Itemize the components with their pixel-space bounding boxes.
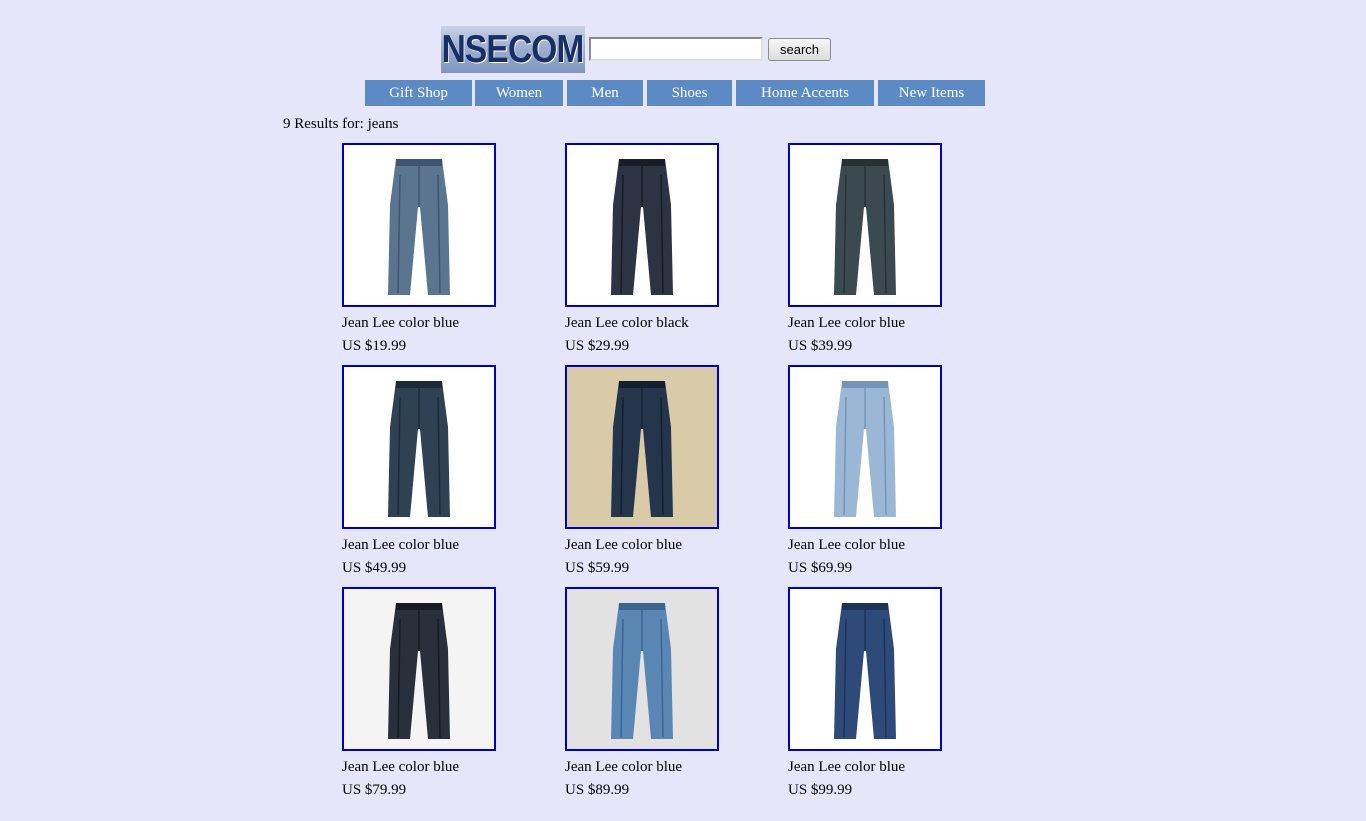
nav-new-items[interactable]: New Items [878,80,985,106]
nav-gift-shop[interactable]: Gift Shop [365,80,472,106]
product-image[interactable] [565,365,719,529]
black-jeans-icon [567,145,717,305]
product-name[interactable]: Jean Lee color blue [788,536,988,554]
product-card: Jean Lee color blue US $99.99 [788,587,988,799]
product-price: US $39.99 [788,338,853,354]
product-card: Jean Lee color blue US $59.99 [565,365,765,577]
product-price: US $89.99 [565,782,630,798]
product-name[interactable]: Jean Lee color blue [788,758,988,776]
product-image[interactable] [788,365,942,529]
product-name[interactable]: Jean Lee color blue [342,314,542,332]
nav-men[interactable]: Men [567,80,643,106]
product-image[interactable] [788,143,942,307]
results-heading: 9 Results for: jeans [283,116,399,132]
product-image[interactable] [342,365,496,529]
dark-jeans-open-fly-icon [344,367,494,527]
logo-text: NSECOM [441,28,585,71]
product-image[interactable] [342,587,496,751]
dark-jeans-model-icon [790,145,940,305]
blue-jeans-back-icon [344,145,494,305]
nsecom-logo[interactable]: NSECOM [441,26,585,73]
product-card: Jean Lee color blue US $19.99 [342,143,542,355]
product-price: US $79.99 [342,782,407,798]
product-price: US $99.99 [788,782,853,798]
page: NSECOM search Gift Shop Women Men Shoes … [0,0,1366,821]
flared-blue-jeans-icon [567,589,717,749]
cuffed-capri-jeans-icon [790,589,940,749]
product-card: Jean Lee color black US $29.99 [565,143,765,355]
search-button[interactable]: search [768,38,831,61]
product-card: Jean Lee color blue US $39.99 [788,143,988,355]
jeans-on-canvas-icon [567,367,717,527]
product-name[interactable]: Jean Lee color black [565,314,765,332]
product-price: US $69.99 [788,560,853,576]
nav-shoes[interactable]: Shoes [647,80,732,106]
product-image[interactable] [788,587,942,751]
product-name[interactable]: Jean Lee color blue [565,536,765,554]
nav-women[interactable]: Women [475,80,563,106]
product-price: US $49.99 [342,560,407,576]
nav-home-accents[interactable]: Home Accents [736,80,874,106]
product-name[interactable]: Jean Lee color blue [342,536,542,554]
product-name[interactable]: Jean Lee color blue [342,758,542,776]
product-price: US $29.99 [565,338,630,354]
dark-jeans-man-back-icon [344,589,494,749]
product-card: Jean Lee color blue US $79.99 [342,587,542,799]
product-price: US $59.99 [565,560,630,576]
product-card: Jean Lee color blue US $69.99 [788,365,988,577]
product-image[interactable] [565,587,719,751]
light-cargo-jeans-icon [790,367,940,527]
product-image[interactable] [342,143,496,307]
product-name[interactable]: Jean Lee color blue [788,314,988,332]
product-price: US $19.99 [342,338,407,354]
product-name[interactable]: Jean Lee color blue [565,758,765,776]
product-image[interactable] [565,143,719,307]
product-card: Jean Lee color blue US $89.99 [565,587,765,799]
search-input[interactable] [589,37,763,61]
product-card: Jean Lee color blue US $49.99 [342,365,542,577]
